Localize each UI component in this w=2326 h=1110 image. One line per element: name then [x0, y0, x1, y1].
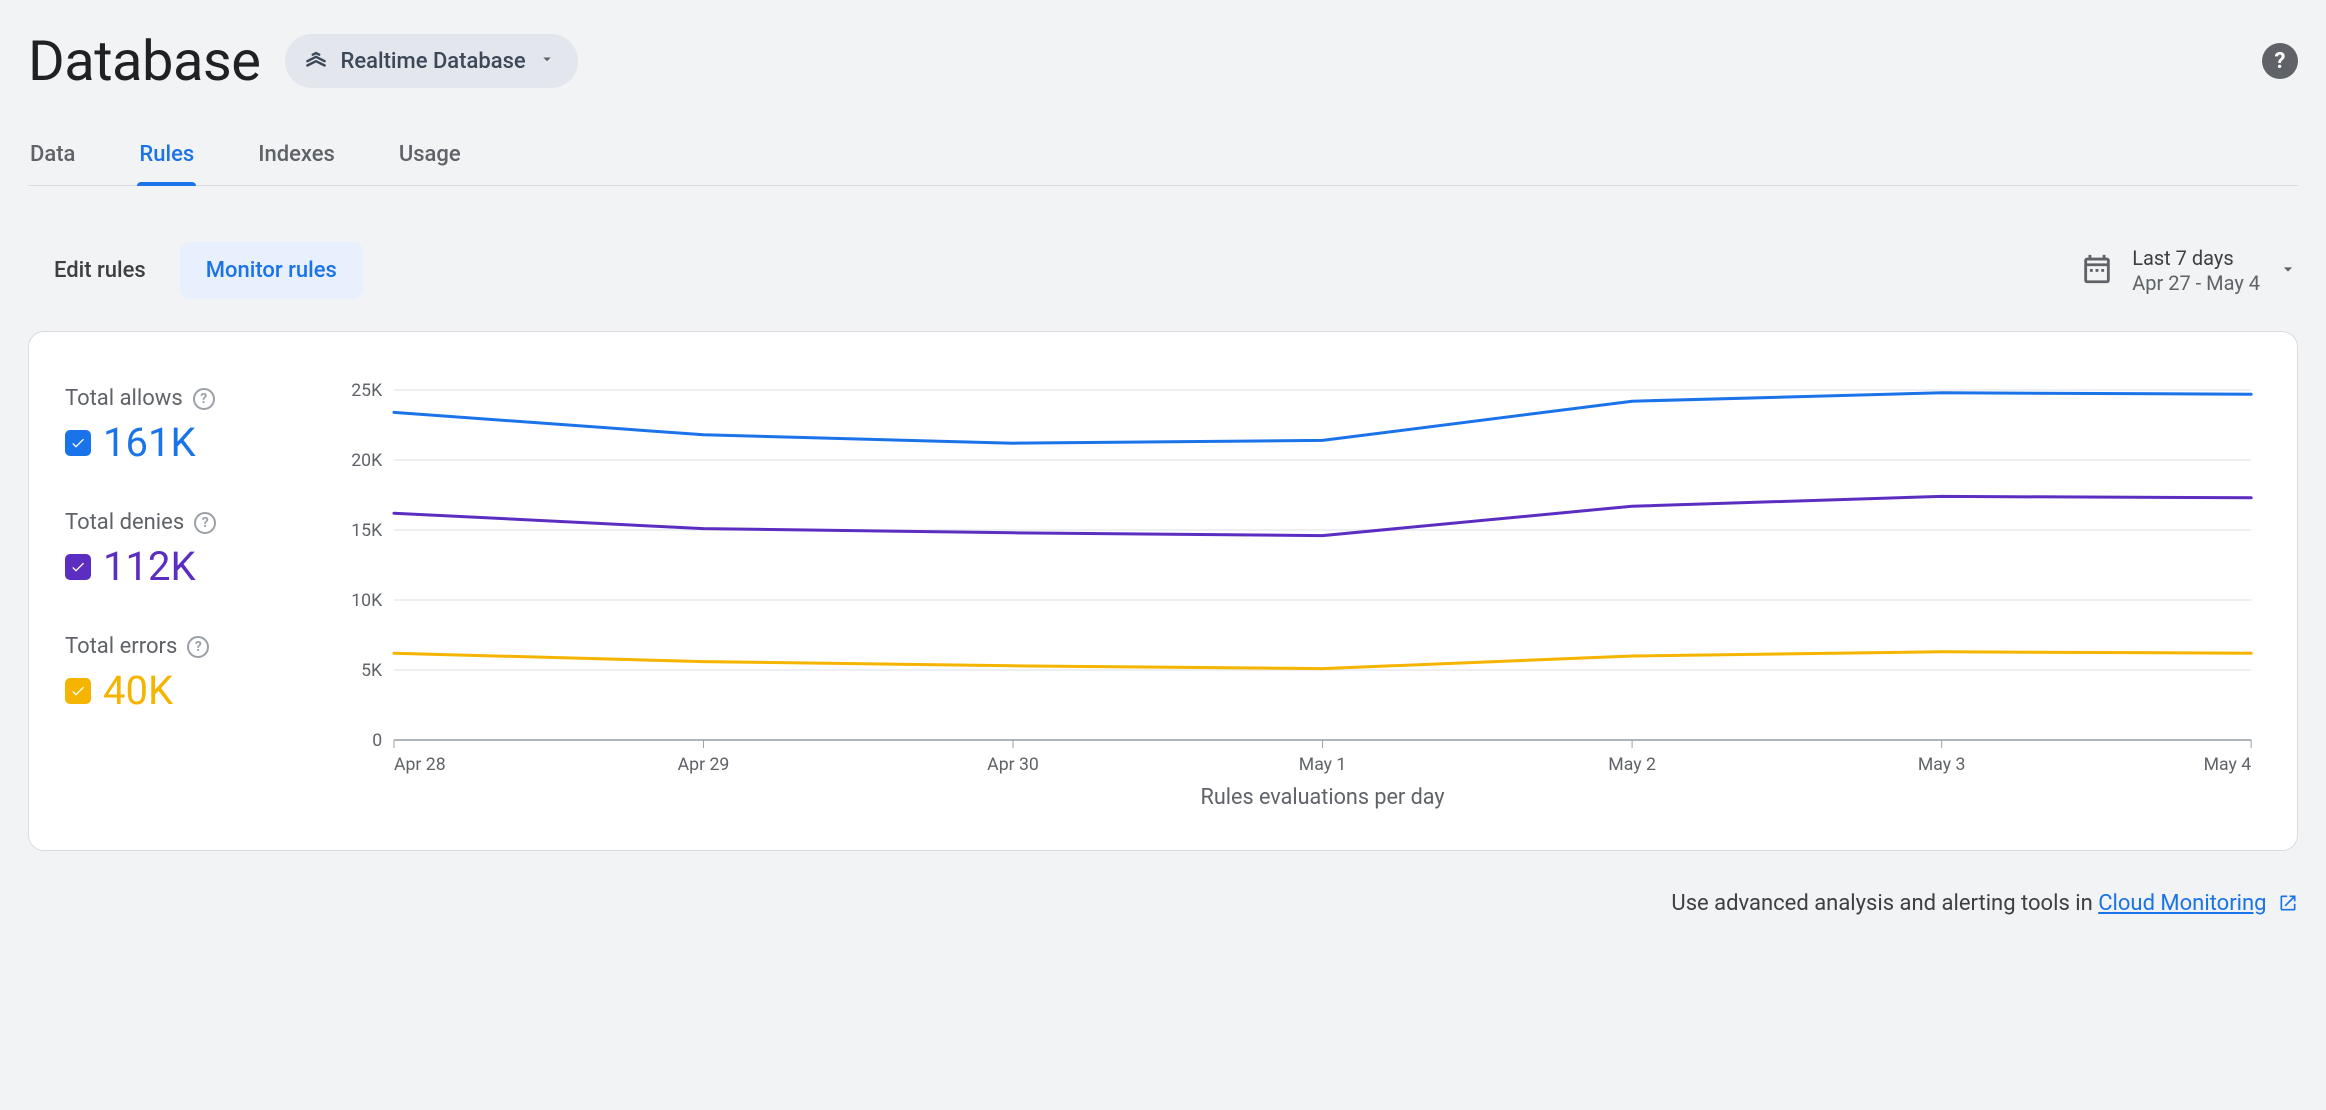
svg-text:15K: 15K	[351, 520, 383, 541]
svg-text:Apr 28: Apr 28	[394, 754, 446, 775]
help-icon[interactable]: ?	[187, 636, 209, 658]
chevron-down-icon	[538, 50, 556, 72]
tab-data[interactable]: Data	[28, 130, 77, 185]
help-icon[interactable]: ?	[193, 388, 215, 410]
monitor-rules-card: Total allows ? 161K Total denies ?	[28, 331, 2298, 851]
realtime-db-icon	[303, 46, 329, 76]
legend-allows-label: Total allows	[65, 386, 183, 411]
calendar-icon	[2080, 252, 2114, 290]
date-range-value: Apr 27 - May 4	[2132, 271, 2260, 296]
svg-text:May 4: May 4	[2204, 754, 2252, 775]
date-range-preset: Last 7 days	[2132, 246, 2260, 271]
footer-note: Use advanced analysis and alerting tools…	[28, 891, 2298, 916]
svg-text:May 1: May 1	[1299, 754, 1347, 775]
legend-denies: Total denies ? 112K	[65, 510, 295, 590]
rules-subtabs: Edit rules Monitor rules	[28, 242, 363, 299]
svg-text:5K: 5K	[361, 660, 383, 681]
svg-text:May 3: May 3	[1918, 754, 1966, 775]
legend-errors-checkbox[interactable]	[65, 678, 91, 704]
legend-denies-value: 112K	[103, 543, 196, 590]
legend-allows: Total allows ? 161K	[65, 386, 295, 466]
svg-text:20K: 20K	[351, 450, 383, 471]
chart-legend: Total allows ? 161K Total denies ?	[65, 380, 295, 810]
legend-allows-checkbox[interactable]	[65, 430, 91, 456]
tab-usage[interactable]: Usage	[397, 130, 463, 185]
tab-indexes[interactable]: Indexes	[256, 130, 337, 185]
database-selector[interactable]: Realtime Database	[285, 34, 578, 88]
chevron-down-icon	[2278, 259, 2298, 283]
svg-text:10K: 10K	[351, 590, 383, 611]
legend-errors-value: 40K	[103, 667, 173, 714]
svg-text:Rules evaluations per day: Rules evaluations per day	[1201, 785, 1446, 810]
svg-text:Apr 29: Apr 29	[678, 754, 730, 775]
legend-errors-label: Total errors	[65, 634, 177, 659]
svg-text:Apr 30: Apr 30	[987, 754, 1039, 775]
help-icon[interactable]: ?	[2262, 43, 2298, 79]
help-icon[interactable]: ?	[194, 512, 216, 534]
cloud-monitoring-link[interactable]: Cloud Monitoring	[2098, 891, 2266, 916]
external-link-icon	[2278, 891, 2298, 916]
database-selector-label: Realtime Database	[341, 49, 526, 74]
date-range-picker[interactable]: Last 7 days Apr 27 - May 4	[2080, 246, 2298, 296]
legend-allows-value: 161K	[103, 419, 196, 466]
svg-text:May 2: May 2	[1608, 754, 1656, 775]
page-title: Database	[28, 28, 261, 94]
rules-chart: 0 5K 10K 15K 20K 25K Apr 28 Apr 29 Apr 30 May 1 Ma…	[335, 380, 2261, 810]
svg-text:25K: 25K	[351, 380, 383, 401]
tab-rules[interactable]: Rules	[137, 130, 196, 185]
subtab-monitor-rules[interactable]: Monitor rules	[180, 242, 363, 299]
svg-text:0: 0	[372, 730, 382, 751]
legend-denies-label: Total denies	[65, 510, 184, 535]
subtab-edit-rules[interactable]: Edit rules	[28, 242, 172, 299]
main-tabs: Data Rules Indexes Usage	[28, 130, 2298, 186]
legend-errors: Total errors ? 40K	[65, 634, 295, 714]
legend-denies-checkbox[interactable]	[65, 554, 91, 580]
footer-prefix: Use advanced analysis and alerting tools…	[1671, 891, 2098, 916]
